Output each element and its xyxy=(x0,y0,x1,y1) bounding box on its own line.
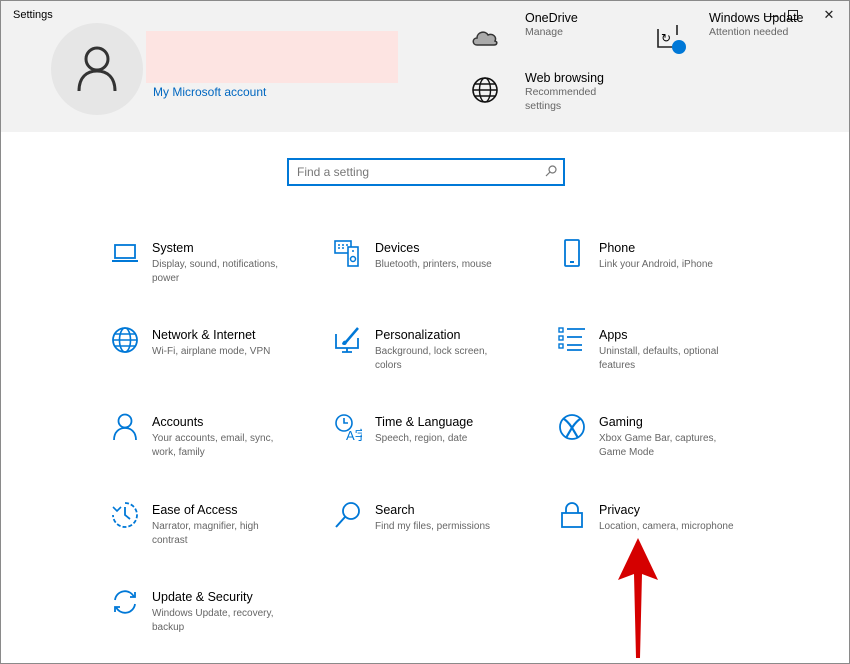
category-subtitle: Windows Update, recovery, backup xyxy=(152,608,274,633)
category-subtitle: Xbox Game Bar, captures, Game Mode xyxy=(599,433,717,458)
sync-icon xyxy=(114,590,136,614)
category-title: Network & Internet xyxy=(152,328,256,342)
onedrive-subtitle: Manage xyxy=(525,26,563,38)
category-subtitle: Wi-Fi, airplane mode, VPN xyxy=(152,346,271,357)
category-subtitle: Speech, region, date xyxy=(375,433,468,444)
category-subtitle: Bluetooth, printers, mouse xyxy=(375,259,492,270)
category-subtitle: Location, camera, microphone xyxy=(599,521,734,532)
search-icon xyxy=(545,165,557,177)
category-subtitle: Link your Android, iPhone xyxy=(599,259,713,270)
web-browsing-title: Web browsing xyxy=(525,71,604,85)
category-title: Privacy xyxy=(599,503,640,517)
category-subtitle: Find my files, permissions xyxy=(375,521,491,532)
laptop-icon xyxy=(112,244,138,262)
category-subtitle: Your accounts, email, sync, work, family xyxy=(152,433,274,458)
paint-icon xyxy=(335,327,359,353)
ease-of-access-icon xyxy=(112,502,138,528)
category-title: Devices xyxy=(375,241,420,255)
person-icon xyxy=(77,46,117,92)
search-icon xyxy=(335,502,360,528)
category-title: Search xyxy=(375,503,415,517)
search-box[interactable] xyxy=(287,158,565,186)
category-title: Ease of Access xyxy=(152,503,238,517)
header-banner: Settings — ✕ My Microsoft account OneDri… xyxy=(1,1,849,132)
category-title: Time & Language xyxy=(375,415,474,429)
svg-text:A字: A字 xyxy=(346,428,362,441)
close-button[interactable]: ✕ xyxy=(807,3,849,27)
redacted-account-name xyxy=(146,31,398,83)
category-title: Accounts xyxy=(152,415,204,429)
annotation-arrow xyxy=(618,538,658,658)
cloud-icon xyxy=(472,31,498,46)
category-subtitle: Display, sound, notifications, power xyxy=(152,259,278,284)
windows-update-subtitle: Attention needed xyxy=(709,26,789,38)
category-subtitle: Background, lock screen, colors xyxy=(375,346,488,371)
windows-update-title: Windows Update xyxy=(709,11,804,25)
xbox-icon xyxy=(559,414,585,440)
globe-icon xyxy=(472,77,498,103)
lock-icon xyxy=(561,502,583,528)
window-title: Settings xyxy=(13,9,53,21)
category-title: Apps xyxy=(599,328,628,342)
time-language-icon: A字 xyxy=(335,414,362,441)
web-browsing-subtitle: Recommended settings xyxy=(525,86,597,112)
category-title: Phone xyxy=(599,241,636,255)
svg-text:↻: ↻ xyxy=(661,31,671,45)
onedrive-title: OneDrive xyxy=(525,11,578,25)
devices-icon xyxy=(334,240,359,267)
globe-icon xyxy=(112,327,138,353)
search-input[interactable] xyxy=(289,160,537,184)
avatar[interactable] xyxy=(51,23,143,115)
phone-icon xyxy=(564,239,580,267)
category-subtitle: Narrator, magnifier, high contrast xyxy=(152,521,259,546)
category-title: System xyxy=(152,241,194,255)
category-subtitle: Uninstall, defaults, optional features xyxy=(599,346,719,371)
category-title: Update & Security xyxy=(152,590,253,604)
settings-window: Settings — ✕ My Microsoft account OneDri… xyxy=(0,0,850,664)
my-microsoft-account-link[interactable]: My Microsoft account xyxy=(153,85,266,99)
apps-list-icon xyxy=(558,327,585,351)
category-title: Gaming xyxy=(599,415,643,429)
category-title: Personalization xyxy=(375,328,461,342)
person-icon xyxy=(113,413,137,441)
update-icon: ↻ xyxy=(657,25,686,54)
